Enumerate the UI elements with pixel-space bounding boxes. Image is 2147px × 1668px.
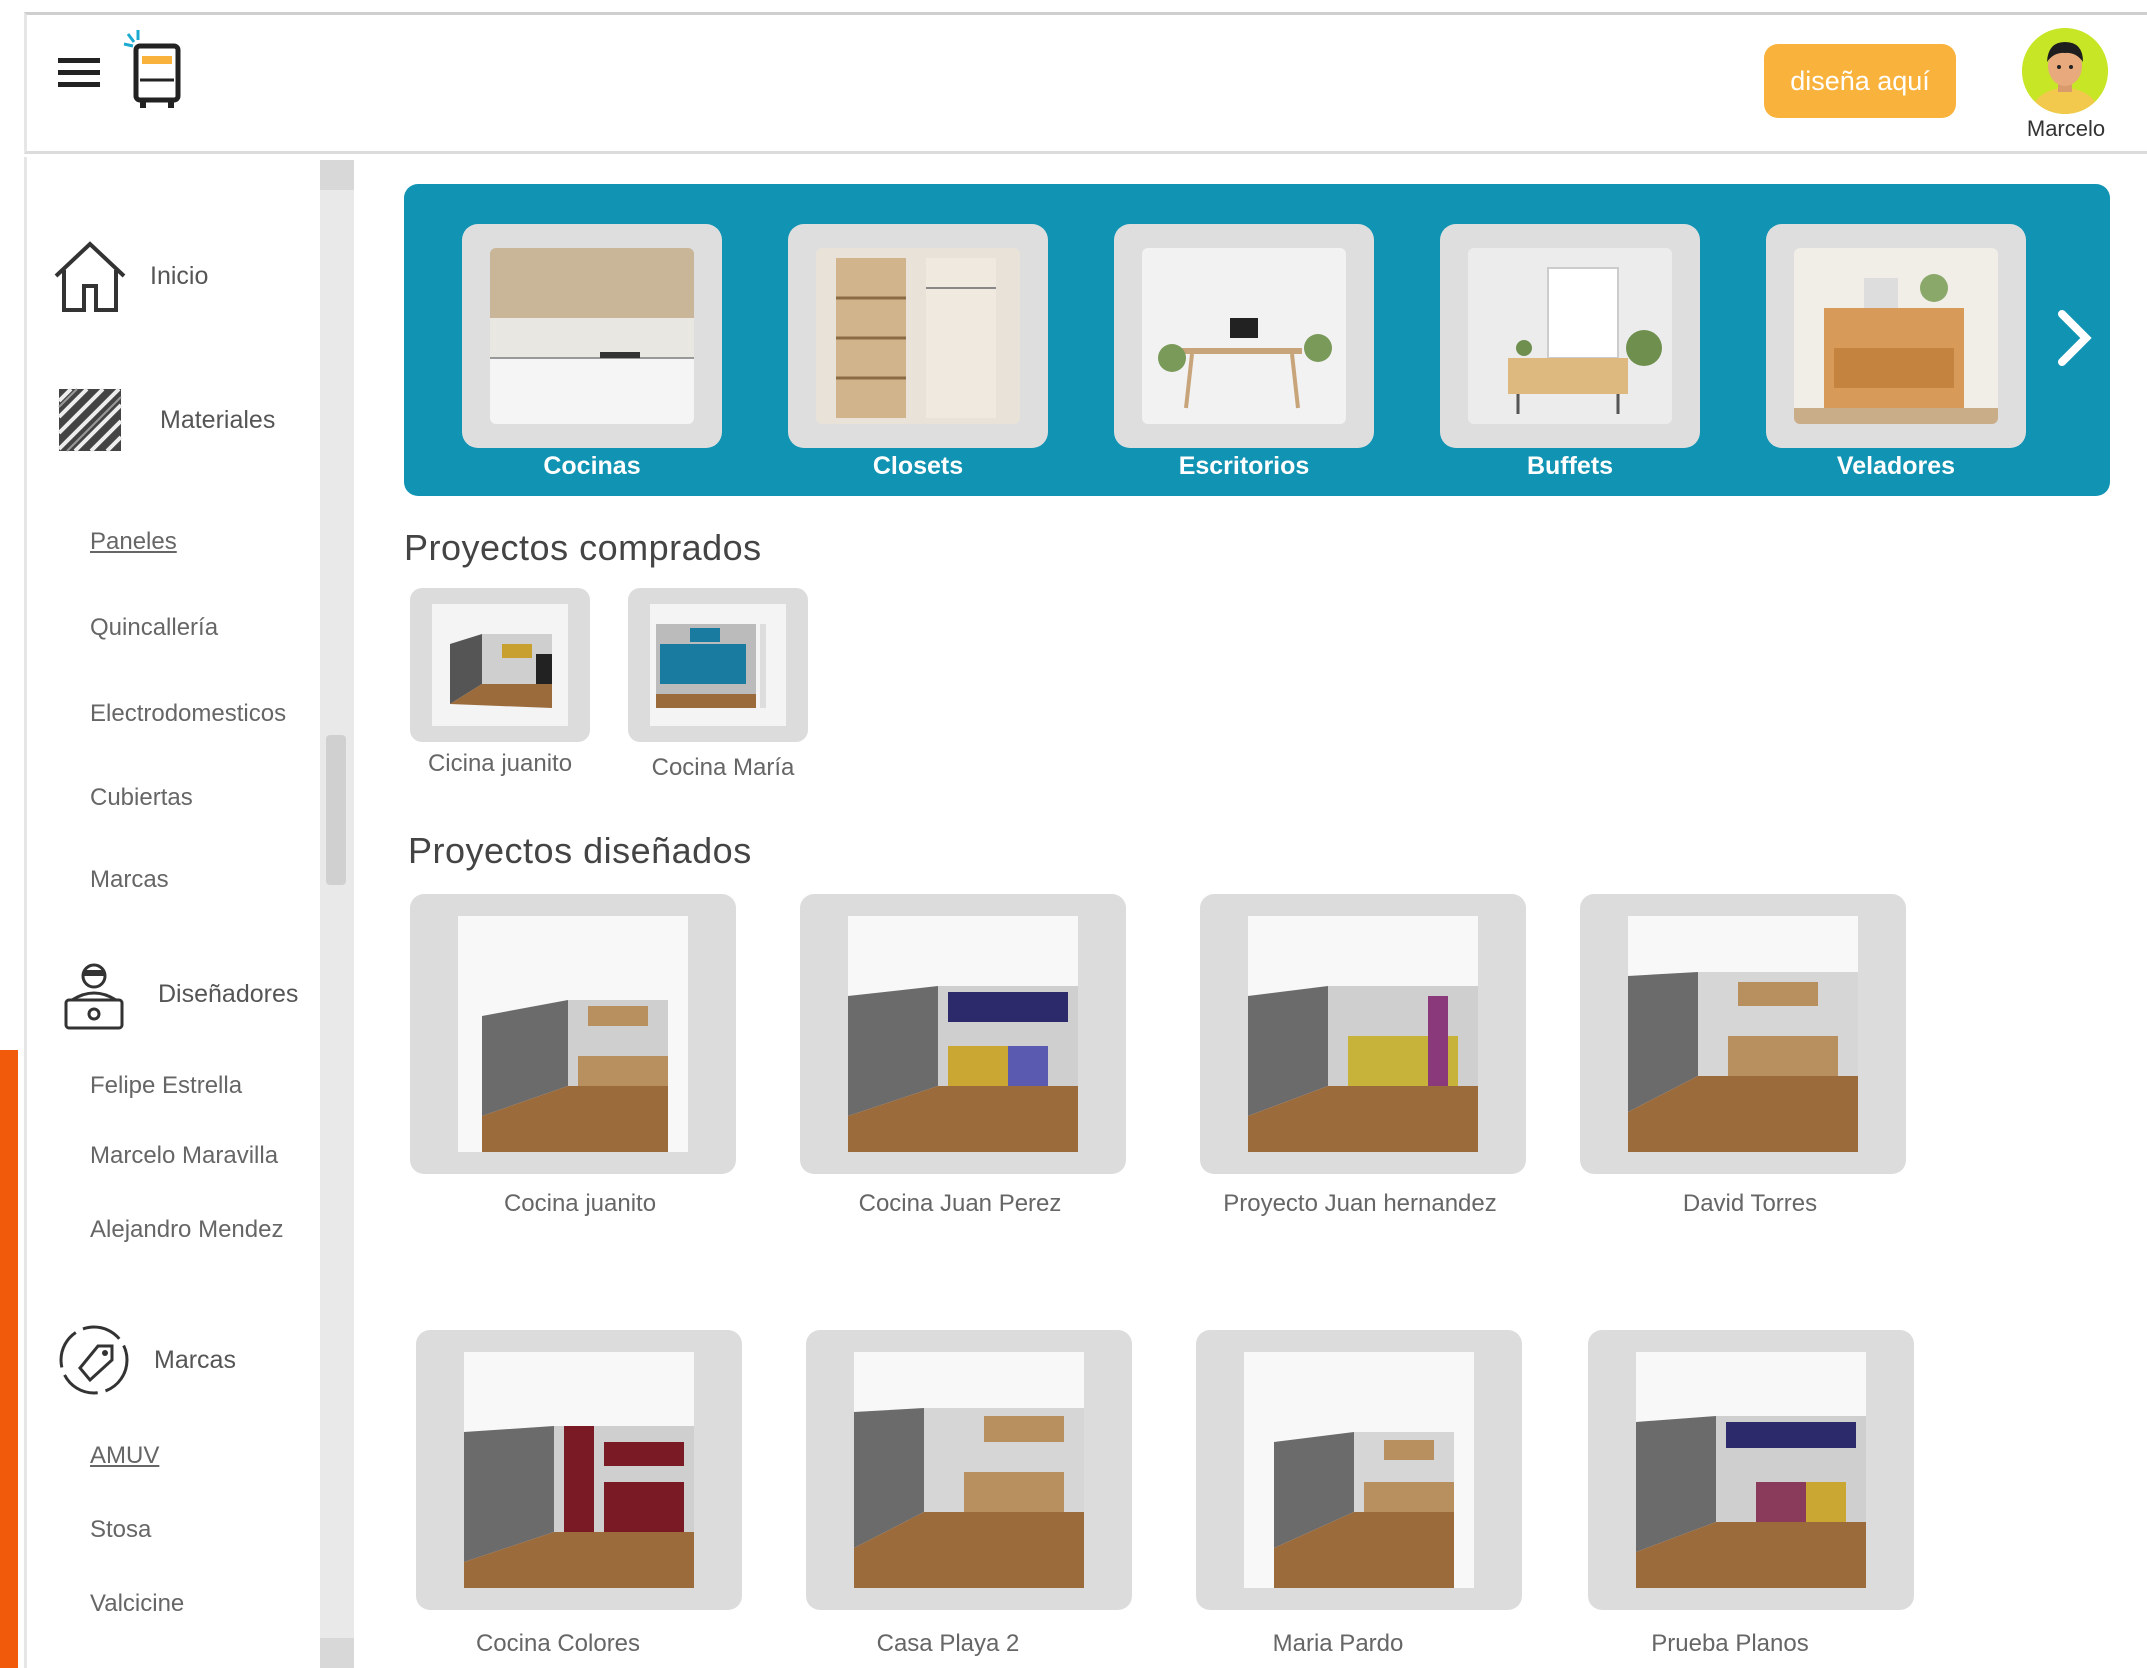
designed-projects-title: Proyectos diseñados — [408, 830, 752, 871]
project-thumbnail — [458, 916, 688, 1152]
sidebar-item-amuv[interactable]: AMUV — [90, 1442, 159, 1470]
project-thumbnail — [1636, 1352, 1866, 1588]
designed-project-label: Prueba Planos — [1651, 1630, 1809, 1657]
category-carousel: Cocinas Closets Escritorios Buffets Vela… — [404, 184, 2110, 496]
designed-project-label: Casa Playa 2 — [876, 1630, 1020, 1657]
project-thumbnail — [848, 916, 1078, 1152]
sidebar-item-electrodomesticos[interactable]: Electrodomesticos — [90, 700, 286, 728]
sidebar-item-marcas[interactable]: Marcas — [54, 1320, 236, 1400]
designed-project-card[interactable] — [410, 894, 736, 1174]
sidebar-scroll-thumb[interactable] — [326, 735, 346, 885]
sidebar-item-disenadores[interactable]: Diseñadores — [54, 954, 298, 1034]
designed-project-label: David Torres — [1682, 1190, 1818, 1217]
sidebar-item-alejandro-mendez[interactable]: Alejandro Mendez — [90, 1216, 283, 1244]
category-card-veladores[interactable] — [1766, 224, 2026, 448]
project-thumbnail — [1244, 1352, 1474, 1588]
kitchen-thumbnail — [490, 248, 694, 424]
sidebar-item-stosa[interactable]: Stosa — [90, 1516, 151, 1544]
project-thumbnail — [464, 1352, 694, 1588]
project-thumbnail — [854, 1352, 1084, 1588]
category-card-closets[interactable] — [788, 224, 1048, 448]
sidebar-item-label: Inicio — [150, 261, 209, 290]
scroll-up-arrow[interactable] — [320, 160, 354, 190]
sidebar-item-valcicine[interactable]: Valcicine — [90, 1590, 184, 1618]
design-here-button[interactable]: diseña aquí — [1764, 44, 1956, 118]
designed-project-card[interactable] — [806, 1330, 1132, 1610]
sidebar-item-label: Marcas — [154, 1345, 236, 1374]
designed-project-card[interactable] — [1200, 894, 1526, 1174]
home-icon — [50, 236, 130, 316]
designed-project-card[interactable] — [1196, 1330, 1522, 1610]
sidebar-item-felipe-estrella[interactable]: Felipe Estrella — [90, 1072, 242, 1100]
sidebar-item-marcelo-maravilla[interactable]: Marcelo Maravilla — [90, 1142, 278, 1170]
purchased-project-label: Cicina juanito — [427, 750, 573, 777]
designed-project-label: Cocina juanito — [503, 1190, 657, 1217]
sidebar-item-materiales[interactable]: Materiales — [50, 380, 275, 460]
designer-icon — [54, 954, 134, 1034]
user-avatar[interactable] — [2022, 28, 2108, 114]
user-name: Marcelo — [2026, 116, 2106, 141]
sidebar-item-label: Diseñadores — [158, 979, 299, 1008]
category-label: Closets — [872, 452, 964, 480]
designed-project-card[interactable] — [800, 894, 1126, 1174]
designed-project-label: Proyecto Juan hernandez — [1223, 1190, 1497, 1217]
category-card-cocinas[interactable] — [462, 224, 722, 448]
designed-project-label: Cocina Colores — [475, 1630, 641, 1657]
sidebar-item-inicio[interactable]: Inicio — [50, 236, 208, 316]
project-thumbnail — [650, 604, 786, 726]
hamburger-menu-icon[interactable] — [58, 58, 100, 88]
designed-project-card[interactable] — [416, 1330, 742, 1610]
app-logo[interactable] — [122, 30, 192, 110]
sidebar-item-marcas-materiales[interactable]: Marcas — [90, 866, 169, 894]
buffet-thumbnail — [1468, 248, 1672, 424]
category-label: Cocinas — [543, 452, 641, 480]
designed-project-card[interactable] — [1588, 1330, 1914, 1610]
category-label: Buffets — [1526, 452, 1614, 480]
designed-project-card[interactable] — [1580, 894, 1906, 1174]
desk-thumbnail — [1142, 248, 1346, 424]
designed-project-label: Maria Pardo — [1272, 1630, 1404, 1657]
project-thumbnail — [1248, 916, 1478, 1152]
edge-accent-strip — [0, 1050, 18, 1668]
sidebar-item-quincalleria[interactable]: Quincallería — [90, 614, 218, 642]
project-thumbnail — [1628, 916, 1858, 1152]
purchased-project-label: Cocina María — [651, 754, 795, 781]
sidebar-item-cubiertas[interactable]: Cubiertas — [90, 784, 193, 812]
texture-icon — [50, 380, 130, 460]
purchased-project-card[interactable] — [628, 588, 808, 742]
designed-project-label: Cocina Juan Perez — [858, 1190, 1062, 1217]
category-card-buffets[interactable] — [1440, 224, 1700, 448]
project-thumbnail — [432, 604, 568, 726]
category-label: Veladores — [1836, 452, 1956, 480]
chevron-right-icon[interactable] — [2056, 308, 2092, 368]
nightstand-thumbnail — [1794, 248, 1998, 424]
tag-icon — [54, 1320, 134, 1400]
purchased-project-card[interactable] — [410, 588, 590, 742]
sidebar-item-label: Materiales — [160, 405, 276, 434]
category-label: Escritorios — [1178, 452, 1310, 480]
purchased-projects-title: Proyectos comprados — [404, 527, 762, 568]
sidebar-item-paneles[interactable]: Paneles — [90, 528, 177, 556]
sidebar-scrollbar[interactable] — [320, 160, 354, 1668]
closet-thumbnail — [816, 248, 1020, 424]
scroll-down-arrow[interactable] — [320, 1638, 354, 1668]
category-card-escritorios[interactable] — [1114, 224, 1374, 448]
